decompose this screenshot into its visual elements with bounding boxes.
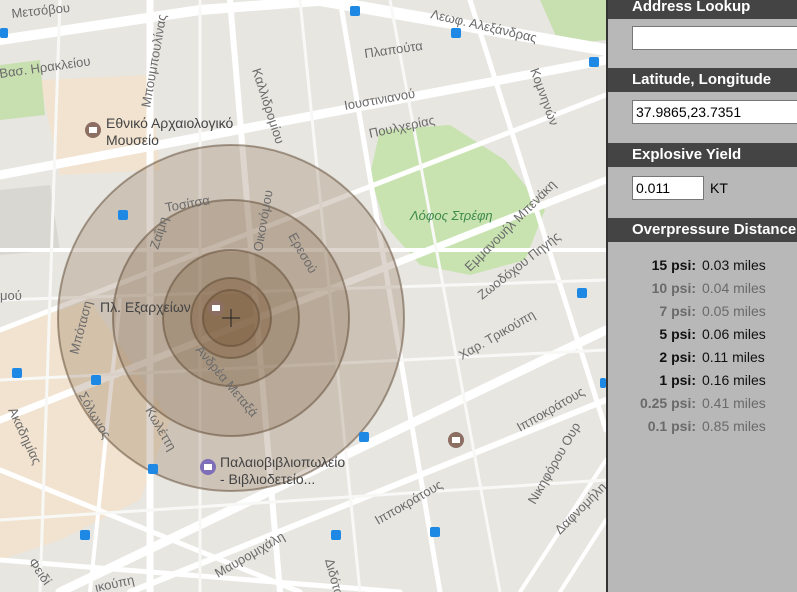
museum-icon[interactable] xyxy=(85,122,101,138)
psi-label: 7 psi: xyxy=(659,303,696,319)
exarcheia-square-icon[interactable] xyxy=(208,300,224,316)
map-canvas[interactable]: Μετσόβου Λεωφ. Αλεξάνδρας Βασ. Ηρακλείου… xyxy=(0,0,606,592)
psi-row: 7 psi: 0.05 miles xyxy=(608,300,797,323)
psi-row: 1 psi: 0.16 miles xyxy=(608,369,797,392)
latlng-input[interactable] xyxy=(632,100,797,124)
psi-value: 0.06 miles xyxy=(702,326,766,342)
explosive-yield-heading: Explosive Yield xyxy=(608,143,797,167)
latlng-heading: Latitude, Longitude xyxy=(608,68,797,92)
psi-value: 0.85 miles xyxy=(702,418,766,434)
control-panel: Address Lookup Latitude, Longitude Explo… xyxy=(606,0,797,592)
poi-label-museum[interactable]: Εθνικό Αρχαιολογικό xyxy=(106,115,233,131)
psi-row: 0.25 psi: 0.41 miles xyxy=(608,392,797,415)
poi-label-museum-2[interactable]: Μουσείο xyxy=(106,132,159,148)
psi-label: 10 psi: xyxy=(651,280,696,296)
psi-label: 2 psi: xyxy=(659,349,696,365)
yield-input[interactable] xyxy=(632,176,704,200)
overpressure-heading: Overpressure Distance xyxy=(608,218,797,242)
psi-label: 0.1 psi: xyxy=(647,418,696,434)
psi-label: 1 psi: xyxy=(659,372,696,388)
address-lookup-heading: Address Lookup xyxy=(608,0,797,19)
poi-label-exarcheia[interactable]: Πλ. Εξαρχείων xyxy=(100,299,191,315)
museum-icon-east[interactable] xyxy=(448,432,464,448)
psi-value: 0.41 miles xyxy=(702,395,766,411)
psi-value: 0.16 miles xyxy=(702,372,766,388)
park-label: Λόφος Στρέφη xyxy=(409,208,493,223)
psi-value: 0.05 miles xyxy=(702,303,766,319)
psi-row: 10 psi: 0.04 miles xyxy=(608,277,797,300)
psi-label: 0.25 psi: xyxy=(639,395,696,411)
poi-label-bookshop[interactable]: Παλαιοβιβλιοπωλείο xyxy=(220,454,345,470)
address-lookup-input[interactable] xyxy=(632,26,797,50)
bookshop-icon[interactable] xyxy=(200,459,216,475)
yield-unit: KT xyxy=(710,180,728,196)
psi-row: 2 psi: 0.11 miles xyxy=(608,346,797,369)
psi-label: 5 psi: xyxy=(659,326,696,342)
overpressure-list: 15 psi: 0.03 miles 10 psi: 0.04 miles 7 … xyxy=(608,254,797,438)
psi-label: 15 psi: xyxy=(651,257,696,273)
psi-row: 15 psi: 0.03 miles xyxy=(608,254,797,277)
street-label: μού xyxy=(0,288,22,303)
poi-label-bookshop-2[interactable]: - Βιβλιοδετείο... xyxy=(220,471,315,487)
psi-value: 0.04 miles xyxy=(702,280,766,296)
psi-value: 0.11 miles xyxy=(702,349,765,365)
psi-value: 0.03 miles xyxy=(702,257,766,273)
psi-row: 5 psi: 0.06 miles xyxy=(608,323,797,346)
map-view[interactable]: Μετσόβου Λεωφ. Αλεξάνδρας Βασ. Ηρακλείου… xyxy=(0,0,606,592)
psi-row: 0.1 psi: 0.85 miles xyxy=(608,415,797,438)
